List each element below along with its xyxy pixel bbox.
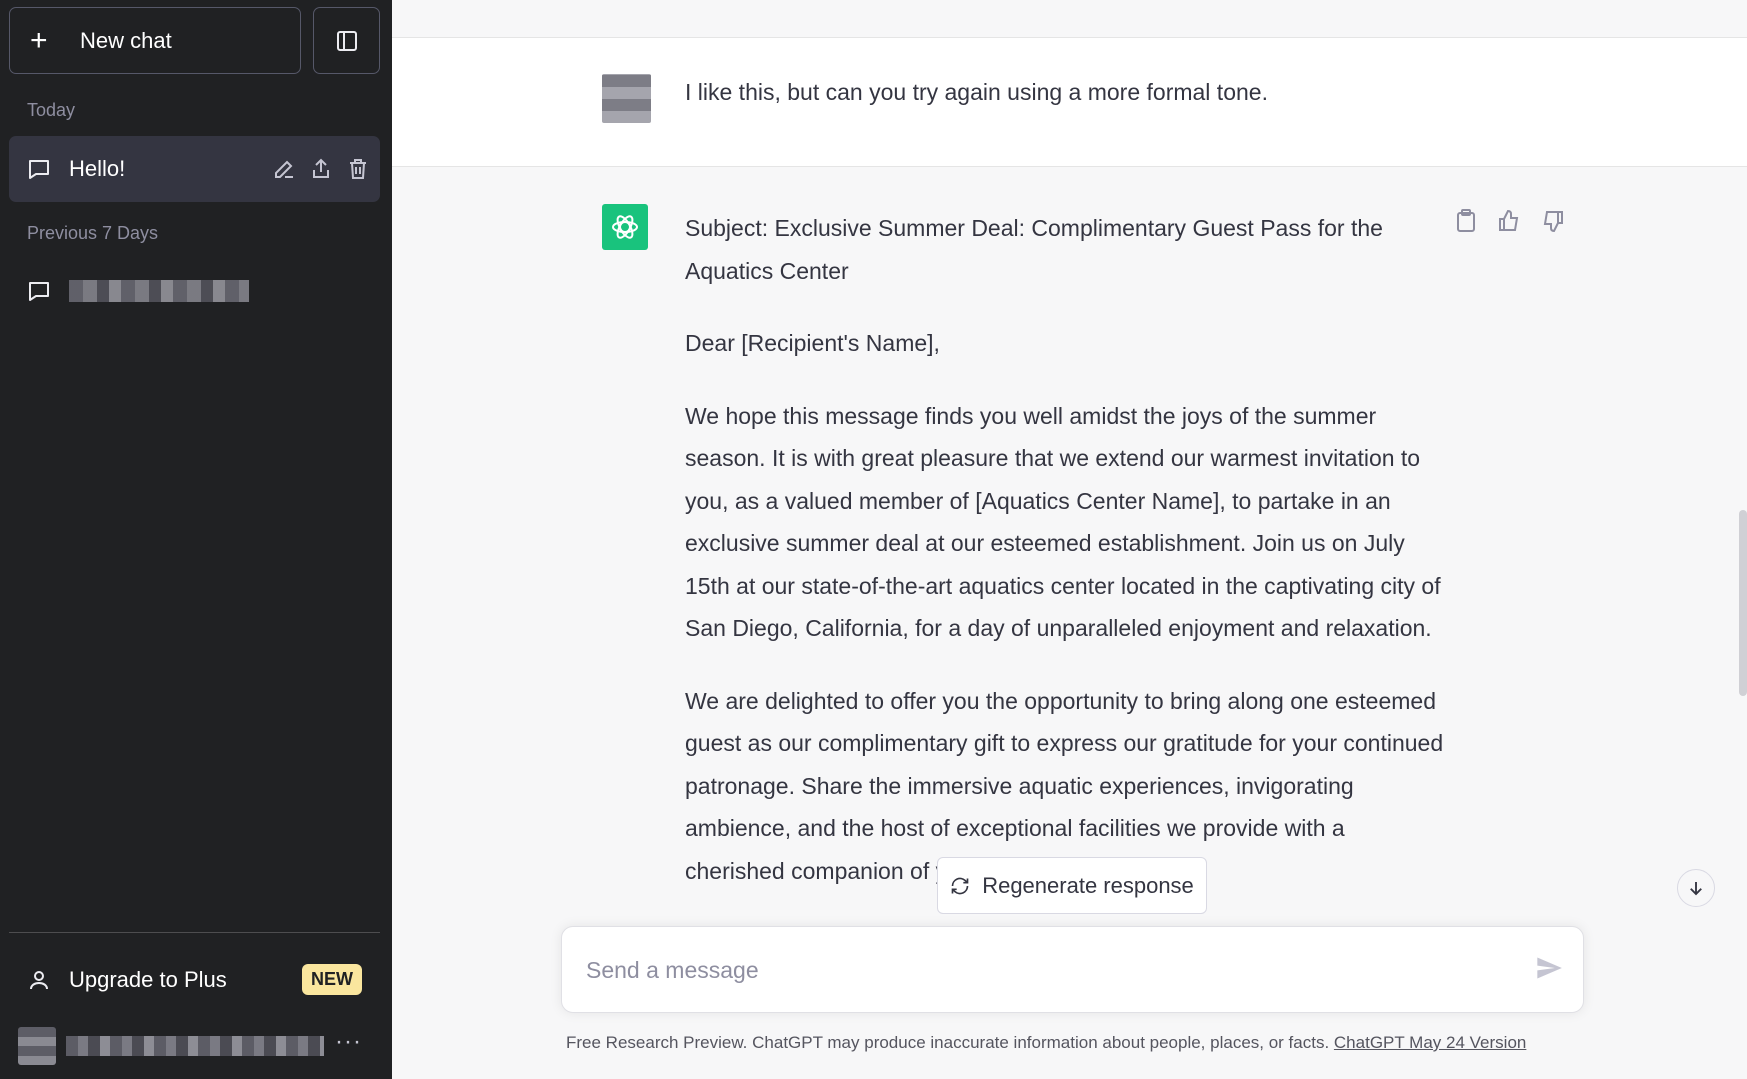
- section-label-previous-7-days: Previous 7 Days: [27, 223, 159, 243]
- version-link[interactable]: ChatGPT May 24 Version: [1334, 1033, 1526, 1052]
- avatar: [18, 1027, 56, 1065]
- top-bar: [392, 0, 1747, 38]
- thumbs-up-icon[interactable]: [1497, 209, 1521, 233]
- user-icon: [30, 971, 48, 990]
- arrow-down-icon: [1690, 882, 1702, 896]
- message-input[interactable]: [586, 949, 1486, 991]
- user-message-text: I like this, but can you try again using…: [685, 79, 1268, 105]
- upgrade-label: Upgrade to Plus: [69, 967, 227, 992]
- new-badge: NEW: [302, 964, 362, 995]
- user-message-row: I like this, but can you try again using…: [392, 38, 1747, 167]
- assistant-message-text: Subject: Exclusive Summer Deal: Complime…: [685, 207, 1445, 922]
- new-chat-label: New chat: [80, 27, 172, 53]
- message-paragraph: Dear [Recipient's Name],: [685, 330, 940, 356]
- message-actions: [1455, 209, 1565, 233]
- send-icon[interactable]: [1535, 954, 1563, 987]
- scrollbar-thumb[interactable]: [1739, 510, 1747, 696]
- thumbs-down-icon[interactable]: [1541, 209, 1565, 233]
- edit-icon[interactable]: [272, 157, 296, 181]
- upgrade-to-plus-button[interactable]: Upgrade to Plus NEW: [9, 948, 380, 1012]
- footer-disclaimer: Free Research Preview. ChatGPT may produ…: [566, 1033, 1526, 1053]
- share-icon[interactable]: [309, 157, 333, 181]
- message-paragraph: We hope this message finds you well amid…: [685, 402, 1441, 642]
- sidebar-chat-item-redacted[interactable]: [9, 258, 380, 324]
- sidebar-chat-item-hello[interactable]: Hello!: [9, 136, 380, 202]
- footer-text: Free Research Preview. ChatGPT may produ…: [566, 1033, 1334, 1052]
- sidebar-divider: [9, 932, 380, 933]
- copy-icon[interactable]: [1455, 209, 1477, 233]
- refresh-icon: [951, 877, 969, 894]
- message-composer: [561, 926, 1584, 1013]
- chat-item-label: Hello!: [69, 156, 126, 181]
- user-account-row[interactable]: ···: [9, 1018, 380, 1074]
- more-dots-icon[interactable]: ···: [335, 1028, 362, 1056]
- sidebar-toggle-button[interactable]: [313, 7, 380, 74]
- chat-item-actions: [272, 136, 370, 202]
- new-chat-button[interactable]: + New chat: [9, 7, 301, 74]
- regenerate-response-button[interactable]: Regenerate response: [937, 857, 1207, 914]
- plus-icon: +: [30, 23, 48, 57]
- avatar: [602, 74, 651, 123]
- redacted-user-name: [66, 1036, 324, 1056]
- message-paragraph: Subject: Exclusive Summer Deal: Complime…: [685, 215, 1383, 284]
- openai-logo-icon: [602, 204, 648, 250]
- sidebar: + New chat Today Hello! Previous 7 Days …: [0, 0, 392, 1079]
- scroll-to-bottom-button[interactable]: [1677, 869, 1715, 907]
- trash-icon[interactable]: [346, 157, 370, 181]
- sidebar-toggle-icon: [336, 30, 357, 51]
- chat-bubble-icon: [29, 282, 49, 301]
- regenerate-label: Regenerate response: [982, 872, 1194, 898]
- main-panel: I like this, but can you try again using…: [392, 0, 1747, 1079]
- chat-bubble-icon: [29, 160, 49, 179]
- section-label-today: Today: [27, 100, 76, 120]
- redacted-chat-title: [69, 280, 249, 302]
